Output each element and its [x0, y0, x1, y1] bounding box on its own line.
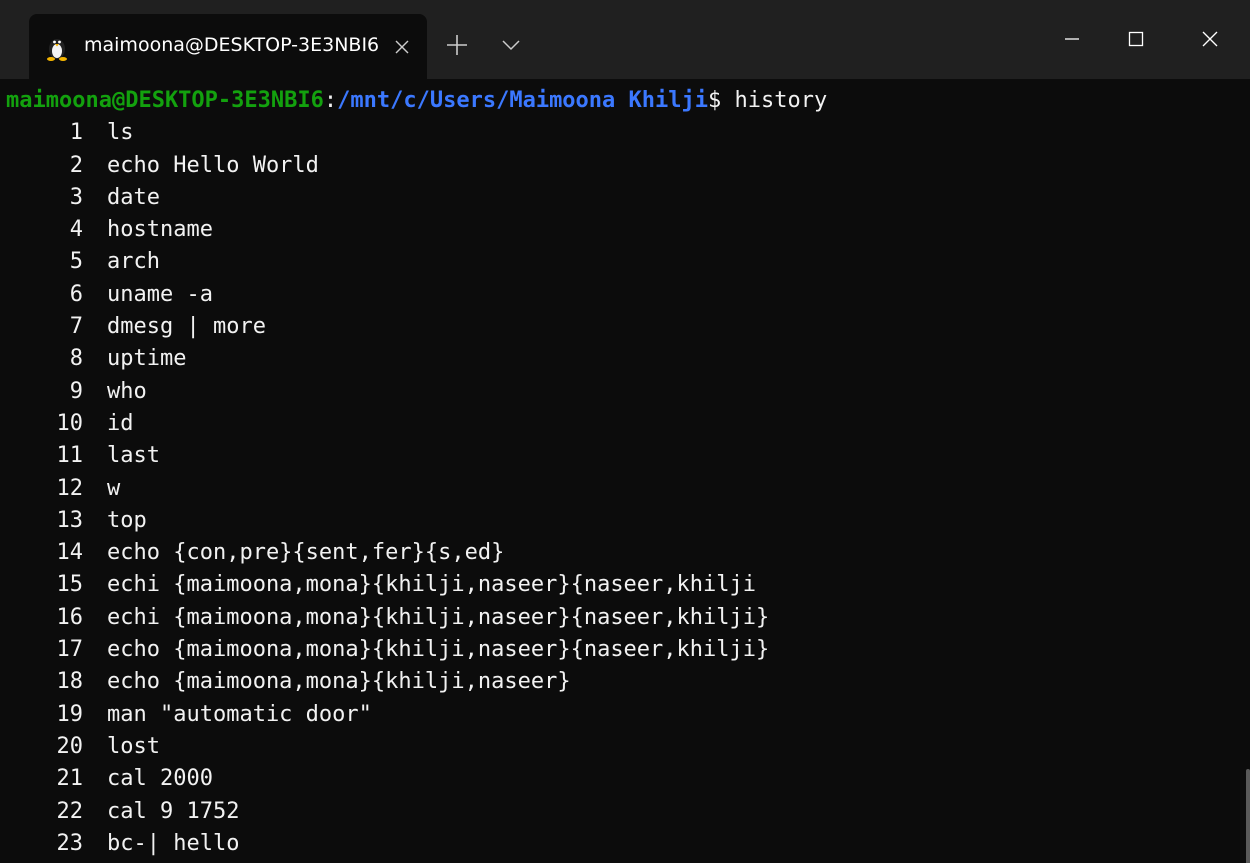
tab-title: maimoona@DESKTOP-3E3NBI6: [84, 34, 380, 56]
history-number: 3: [69, 184, 83, 210]
history-number: 7: [69, 314, 83, 340]
history-command: who: [107, 378, 147, 404]
history-number: 21: [56, 766, 84, 792]
history-line: 9 who: [0, 376, 1250, 408]
history-number: 10: [56, 410, 84, 436]
history-line: 19 man "automatic door": [0, 699, 1250, 731]
history-command: bc-| hello: [107, 830, 240, 856]
history-number: 12: [56, 475, 84, 501]
history-number: 20: [56, 733, 84, 759]
history-command: echo {maimoona,mona}{khilji,naseer}{nase…: [107, 637, 770, 663]
history-line: 1 ls: [0, 117, 1250, 149]
history-line: 7 dmesg | more: [0, 311, 1250, 343]
minimize-icon: [1065, 38, 1079, 40]
history-command: echo {maimoona,mona}{khilji,naseer}: [107, 669, 571, 695]
history-command: ls: [107, 120, 134, 146]
history-number: 23: [56, 830, 84, 856]
history-number: 2: [69, 152, 83, 178]
history-line: 20 lost: [0, 731, 1250, 763]
history-number: 5: [69, 249, 83, 275]
history-number: 9: [69, 378, 83, 404]
history-command: top: [107, 507, 147, 533]
history-command: cal 9 1752: [107, 798, 240, 824]
history-command: cal 2000: [107, 766, 213, 792]
history-command: uname -a: [107, 281, 213, 307]
history-line: 3 date: [0, 182, 1250, 214]
history-command: man "automatic door": [107, 701, 372, 727]
tab-close-button[interactable]: [389, 34, 415, 60]
history-command: echo Hello World: [107, 152, 319, 178]
title-bar[interactable]: maimoona@DESKTOP-3E3NBI6: [0, 0, 1250, 79]
history-command: echo {con,pre}{sent,fer}{s,ed}: [107, 540, 505, 566]
chevron-down-icon: [502, 40, 520, 51]
history-number: 22: [56, 798, 84, 824]
history-command: last: [107, 443, 160, 469]
history-line: 10 id: [0, 408, 1250, 440]
scrollbar[interactable]: [1244, 79, 1250, 863]
history-command: dmesg | more: [107, 314, 266, 340]
close-icon: [395, 40, 409, 54]
prompt-line: maimoona@DESKTOP-3E3NBI6:/mnt/c/Users/Ma…: [0, 85, 1250, 117]
plus-icon: [447, 35, 467, 55]
scrollbar-thumb[interactable]: [1246, 769, 1250, 863]
history-line: 12 w: [0, 473, 1250, 505]
history-command: id: [107, 410, 134, 436]
history-line: 21 cal 2000: [0, 763, 1250, 795]
prompt-separator: :: [323, 88, 338, 113]
history-line: 4 hostname: [0, 214, 1250, 246]
history-command: arch: [107, 249, 160, 275]
history-number: 13: [56, 507, 84, 533]
history-number: 17: [56, 637, 84, 663]
prompt-command: history: [721, 88, 828, 113]
maximize-button[interactable]: [1106, 14, 1166, 64]
history-command: date: [107, 184, 160, 210]
history-number: 6: [69, 281, 83, 307]
history-number: 4: [69, 217, 83, 243]
history-line: 18 echo {maimoona,mona}{khilji,naseer}: [0, 666, 1250, 698]
history-line: 2 echo Hello World: [0, 150, 1250, 182]
tab-active[interactable]: maimoona@DESKTOP-3E3NBI6: [29, 14, 427, 79]
history-line: 13 top: [0, 505, 1250, 537]
history-number: 15: [56, 572, 84, 598]
history-number: 8: [69, 346, 83, 372]
history-list: 1 ls 2 echo Hello World 3 date 4 hostname 5 arch 6…: [0, 117, 1250, 860]
history-command: hostname: [107, 217, 213, 243]
history-line: 17 echo {maimoona,mona}{khilji,naseer}{na…: [0, 634, 1250, 666]
prompt-symbol: $: [708, 88, 722, 113]
history-command: echi {maimoona,mona}{khilji,naseer}{nase…: [107, 572, 757, 598]
history-command: lost: [107, 733, 160, 759]
history-number: 18: [56, 669, 84, 695]
new-tab-button[interactable]: [440, 28, 474, 62]
history-line: 14 echo {con,pre}{sent,fer}{s,ed}: [0, 537, 1250, 569]
terminal-window: maimoona@DESKTOP-3E3NBI6 maimoona@DESKTO…: [0, 0, 1250, 863]
history-command: echi {maimoona,mona}{khilji,naseer}{nase…: [107, 604, 770, 630]
prompt-user: maimoona@DESKTOP-3E3NBI6: [6, 88, 324, 113]
history-line: 11 last: [0, 440, 1250, 472]
history-command: uptime: [107, 346, 187, 372]
maximize-icon: [1128, 31, 1144, 47]
history-number: 11: [56, 443, 84, 469]
history-number: 14: [56, 540, 84, 566]
history-number: 16: [56, 604, 84, 630]
minimize-button[interactable]: [1042, 14, 1102, 64]
history-line: 5 arch: [0, 246, 1250, 278]
tab-dropdown-button[interactable]: [496, 30, 526, 60]
close-icon: [1202, 31, 1218, 47]
history-line: 15 echi {maimoona,mona}{khilji,naseer}{na…: [0, 569, 1250, 601]
history-line: 22 cal 9 1752: [0, 796, 1250, 828]
history-line: 16 echi {maimoona,mona}{khilji,naseer}{na…: [0, 602, 1250, 634]
history-number: 1: [69, 120, 83, 146]
linux-penguin-icon: [46, 35, 68, 61]
close-window-button[interactable]: [1180, 14, 1240, 64]
history-line: 6 uname -a: [0, 279, 1250, 311]
prompt-path: /mnt/c/Users/Maimoona Khilji: [337, 88, 709, 113]
terminal-output[interactable]: maimoona@DESKTOP-3E3NBI6:/mnt/c/Users/Ma…: [0, 79, 1250, 863]
history-command: w: [107, 475, 121, 501]
history-number: 19: [56, 701, 84, 727]
history-line: 8 uptime: [0, 343, 1250, 375]
history-line: 23 bc-| hello: [0, 828, 1250, 860]
